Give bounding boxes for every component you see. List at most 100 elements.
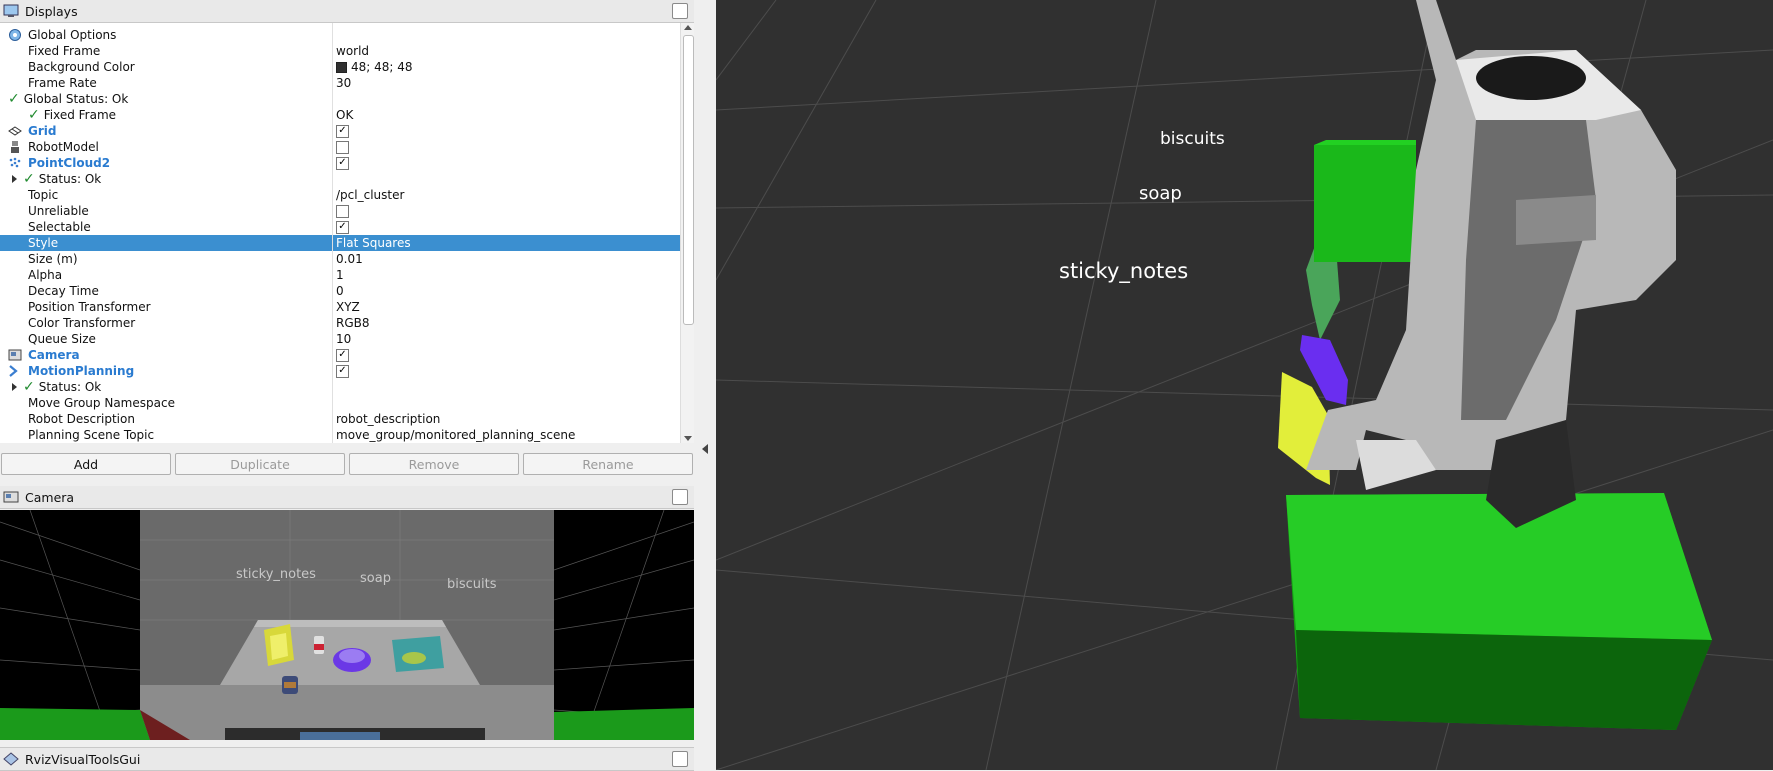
remove-button[interactable]: Remove <box>349 453 519 475</box>
value-cell[interactable]: world <box>333 43 369 59</box>
property-cell[interactable]: Global Options <box>0 27 341 43</box>
property-cell[interactable]: ✓ Status: Ok <box>0 379 345 395</box>
property-cell[interactable]: Camera <box>0 347 341 363</box>
enable-checkbox[interactable] <box>336 140 349 154</box>
property-cell[interactable]: Topic <box>0 187 361 203</box>
property-cell[interactable]: Frame Rate <box>0 75 361 91</box>
value-cell[interactable]: ✓ <box>333 155 349 171</box>
property-cell[interactable]: Planning Scene Topic <box>0 427 361 443</box>
tree-row[interactable]: Size (m) 0.01 <box>0 251 680 267</box>
value-cell[interactable] <box>333 27 336 43</box>
property-cell[interactable]: Move Group Namespace <box>0 395 361 411</box>
tree-row[interactable]: Position Transformer XYZ <box>0 299 680 315</box>
property-cell[interactable]: Alpha <box>0 267 361 283</box>
tree-row[interactable]: Color Transformer RGB8 <box>0 315 680 331</box>
property-cell[interactable]: ✓ Status: Ok <box>0 171 345 187</box>
property-cell[interactable]: Fixed Frame <box>0 43 361 59</box>
tree-row[interactable]: Topic/pcl_cluster <box>0 187 680 203</box>
property-cell[interactable]: ✓ Global Status: Ok <box>0 91 341 107</box>
tree-row[interactable]: ✓ Status: Ok <box>0 379 680 395</box>
expand-arrow-icon[interactable] <box>12 175 17 183</box>
scroll-down-icon[interactable] <box>684 436 692 441</box>
expand-arrow-icon[interactable] <box>12 383 17 391</box>
tree-row[interactable]: Fixed Frame world <box>0 43 680 59</box>
property-cell[interactable]: Size (m) <box>0 251 361 267</box>
undock-button[interactable] <box>672 3 688 19</box>
property-cell[interactable]: ✓ Fixed Frame <box>0 107 361 123</box>
value-cell[interactable]: Flat Squares <box>333 235 411 251</box>
color-swatch[interactable] <box>336 61 347 73</box>
3d-viewport[interactable]: biscuits soap sticky_notes <box>716 0 1773 770</box>
property-cell[interactable]: Grid <box>0 123 341 139</box>
enable-checkbox[interactable]: ✓ <box>336 156 349 170</box>
add-button[interactable]: Add <box>1 453 171 475</box>
value-cell[interactable]: /pcl_cluster <box>333 187 404 203</box>
value-cell[interactable] <box>333 91 336 107</box>
property-cell[interactable]: Background Color <box>0 59 361 75</box>
tree-row[interactable]: Background Color 48; 48; 48 <box>0 59 680 75</box>
enable-checkbox[interactable]: ✓ <box>336 348 349 362</box>
value-cell[interactable]: XYZ <box>333 299 360 315</box>
tree-row[interactable]: Frame Rate 30 <box>0 75 680 91</box>
property-cell[interactable]: Selectable <box>0 219 361 235</box>
tree-row[interactable]: Grid ✓ <box>0 123 680 139</box>
tree-row[interactable]: Queue Size 10 <box>0 331 680 347</box>
value-cell[interactable] <box>333 379 336 395</box>
panel-splitter[interactable] <box>694 0 716 770</box>
tree-row[interactable]: Decay Time 0 <box>0 283 680 299</box>
value-cell[interactable]: ✓ <box>333 363 349 379</box>
value-cell[interactable]: RGB8 <box>333 315 370 331</box>
value-cell[interactable]: 10 <box>333 331 351 347</box>
tree-row[interactable]: ✓ Status: Ok <box>0 171 680 187</box>
property-cell[interactable]: Decay Time <box>0 283 361 299</box>
property-cell[interactable]: Unreliable <box>0 203 361 219</box>
property-cell[interactable]: Style <box>0 235 361 251</box>
property-cell[interactable]: Robot Description <box>0 411 361 427</box>
tree-row[interactable]: MotionPlanning ✓ <box>0 363 680 379</box>
value-cell[interactable]: 30 <box>333 75 351 91</box>
enable-checkbox[interactable] <box>336 204 349 218</box>
tree-row[interactable]: Camera ✓ <box>0 347 680 363</box>
tree-row[interactable]: RobotModel <box>0 139 680 155</box>
scroll-up-icon[interactable] <box>684 25 692 30</box>
tree-row[interactable]: ✓ Global Status: Ok <box>0 91 680 107</box>
tree-row[interactable]: Alpha 1 <box>0 267 680 283</box>
duplicate-button[interactable]: Duplicate <box>175 453 345 475</box>
tree-row[interactable]: Style Flat Squares <box>0 235 680 251</box>
value-cell[interactable]: move_group/monitored_planning_scene <box>333 427 575 443</box>
property-cell[interactable]: Color Transformer <box>0 315 361 331</box>
displays-tree[interactable]: Global Options Fixed Frame world Background… <box>0 23 681 443</box>
value-cell[interactable]: ✓ <box>333 219 349 235</box>
value-cell[interactable]: ✓ <box>333 123 349 139</box>
property-cell[interactable]: Position Transformer <box>0 299 361 315</box>
camera-view[interactable]: sticky_notes soap biscuits <box>0 510 694 740</box>
enable-checkbox[interactable]: ✓ <box>336 124 349 138</box>
scroll-thumb[interactable] <box>683 35 694 325</box>
property-cell[interactable]: PointCloud2 <box>0 155 341 171</box>
property-cell[interactable]: MotionPlanning <box>0 363 341 379</box>
tree-row[interactable]: ✓ Fixed Frame OK <box>0 107 680 123</box>
property-cell[interactable]: RobotModel <box>0 139 341 155</box>
rename-button[interactable]: Rename <box>523 453 693 475</box>
camera-undock-button[interactable] <box>672 489 688 505</box>
tree-row[interactable]: Unreliable <box>0 203 680 219</box>
value-cell[interactable]: 0.01 <box>333 251 363 267</box>
value-cell[interactable]: ✓ <box>333 347 349 363</box>
value-cell[interactable] <box>333 395 336 411</box>
tree-row[interactable]: Global Options <box>0 27 680 43</box>
tree-scrollbar[interactable] <box>680 23 695 443</box>
value-cell[interactable] <box>333 171 336 187</box>
collapse-arrow-icon[interactable] <box>702 444 708 454</box>
rviz-tools-undock-button[interactable] <box>672 751 688 767</box>
tree-row[interactable]: PointCloud2 ✓ <box>0 155 680 171</box>
column-divider[interactable] <box>332 23 333 443</box>
value-cell[interactable] <box>333 139 349 155</box>
tree-row[interactable]: Selectable ✓ <box>0 219 680 235</box>
tree-row[interactable]: Planning Scene Topic move_group/monitored… <box>0 427 680 443</box>
property-cell[interactable]: Queue Size <box>0 331 361 347</box>
value-cell[interactable] <box>333 203 349 219</box>
tree-row[interactable]: Robot Description robot_description <box>0 411 680 427</box>
value-cell[interactable]: 0 <box>333 283 344 299</box>
value-cell[interactable]: 1 <box>333 267 344 283</box>
value-cell[interactable]: robot_description <box>333 411 440 427</box>
